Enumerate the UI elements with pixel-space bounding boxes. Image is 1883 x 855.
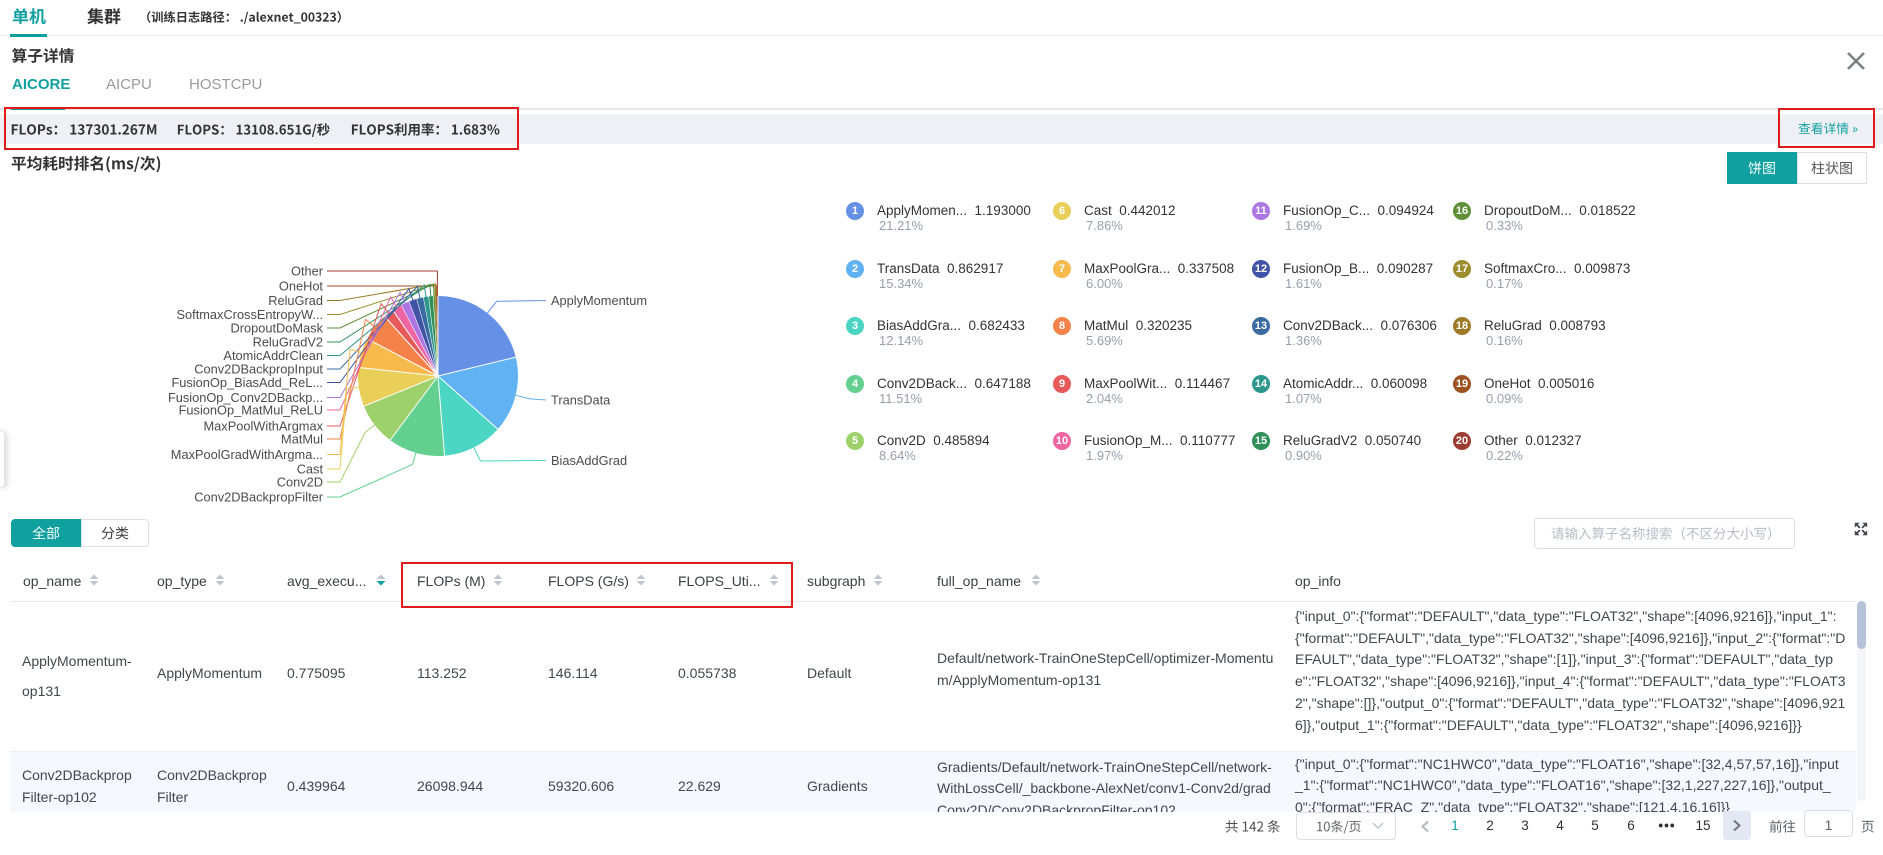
svg-text:Other: Other <box>291 264 324 279</box>
svg-text:Conv2DBackpropFilter: Conv2DBackpropFilter <box>194 490 323 505</box>
svg-text:FusionOp_BiasAdd_ReL...: FusionOp_BiasAdd_ReL... <box>171 375 323 390</box>
svg-text:Conv2D: Conv2D <box>277 475 323 490</box>
svg-text:FusionOp_MatMul_ReLU: FusionOp_MatMul_ReLU <box>179 403 323 418</box>
svg-text:ApplyMomentum: ApplyMomentum <box>551 293 647 308</box>
svg-text:OneHot: OneHot <box>279 279 324 294</box>
svg-text:MaxPoolGradWithArgma...: MaxPoolGradWithArgma... <box>171 447 323 462</box>
svg-text:DropoutDoMask: DropoutDoMask <box>231 321 324 336</box>
svg-text:MatMul: MatMul <box>281 432 323 447</box>
svg-text:TransData: TransData <box>551 393 611 408</box>
svg-text:BiasAddGrad: BiasAddGrad <box>551 453 627 468</box>
svg-text:ReluGrad: ReluGrad <box>268 293 323 308</box>
